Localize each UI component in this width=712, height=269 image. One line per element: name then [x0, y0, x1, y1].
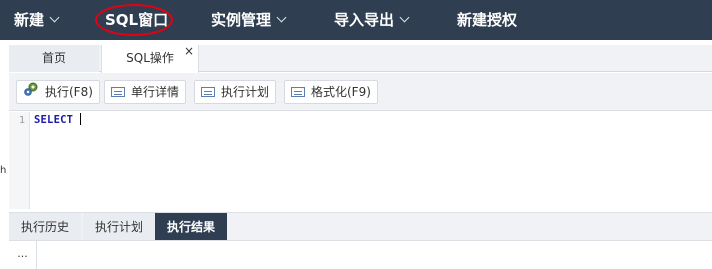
format-button[interactable]: 格式化(F9) — [284, 80, 378, 104]
execution-plan-button[interactable]: 执行计划 — [194, 80, 277, 104]
format-button-label: 格式化(F9) — [311, 85, 371, 99]
execute-button[interactable]: 执行(F8) — [16, 80, 100, 104]
close-icon[interactable]: × — [184, 41, 194, 61]
result-tab-strip: 执行历史 执行计划 执行结果 — [9, 212, 712, 241]
tab-sql-operation-label: SQL操作 — [126, 51, 174, 65]
tab-execution-plan[interactable]: 执行计划 — [83, 213, 155, 241]
nav-import-export-label: 导入导出 — [334, 11, 395, 29]
tab-execution-result[interactable]: 执行结果 — [155, 213, 227, 241]
editor-tab-strip: 首页 SQL操作 × — [9, 44, 712, 73]
table-icon — [201, 86, 215, 97]
code-line[interactable]: SELECT — [34, 113, 82, 126]
nav-instance-management-label: 实例管理 — [211, 11, 272, 29]
nav-import-export[interactable]: 导入导出 — [334, 0, 410, 40]
text-cursor — [80, 113, 82, 125]
chevron-down-icon — [49, 12, 60, 23]
execute-gear-icon — [23, 81, 39, 103]
sql-keyword: SELECT — [34, 114, 74, 126]
nav-sql-window-label: SQL窗口 — [105, 11, 169, 29]
stray-text: h — [0, 165, 7, 176]
execute-button-label: 执行(F8) — [45, 85, 93, 99]
execution-plan-button-label: 执行计划 — [221, 85, 270, 99]
nav-new-authorization-label: 新建授权 — [457, 11, 518, 29]
sql-toolbar: 执行(F8) 单行详情 执行计划 格式化(F9) — [9, 73, 712, 111]
table-icon — [111, 86, 125, 97]
tab-sql-operation[interactable]: SQL操作 × — [101, 44, 199, 73]
nav-new-authorization[interactable]: 新建授权 — [457, 0, 517, 40]
step-detail-button[interactable]: 单行详情 — [104, 80, 187, 104]
tab-execution-history[interactable]: 执行历史 — [9, 213, 81, 241]
table-icon — [291, 86, 305, 97]
nav-new-label: 新建 — [14, 11, 45, 29]
line-number: 1 — [18, 115, 25, 126]
step-detail-button-label: 单行详情 — [131, 85, 180, 99]
more-button[interactable]: ... — [9, 241, 37, 269]
chevron-down-icon — [276, 12, 287, 23]
nav-new-menu[interactable]: 新建 — [14, 0, 60, 40]
chevron-down-icon — [399, 12, 410, 23]
results-panel: ... — [9, 240, 712, 269]
sql-editor[interactable]: 1 SELECT — [9, 112, 712, 209]
top-nav-bar: 新建 SQL窗口 实例管理 导入导出 新建授权 — [0, 0, 712, 40]
nav-instance-management[interactable]: 实例管理 — [211, 0, 287, 40]
nav-sql-window[interactable]: SQL窗口 — [105, 0, 168, 40]
line-number-gutter: 1 — [9, 112, 30, 209]
tab-home[interactable]: 首页 — [9, 45, 99, 72]
